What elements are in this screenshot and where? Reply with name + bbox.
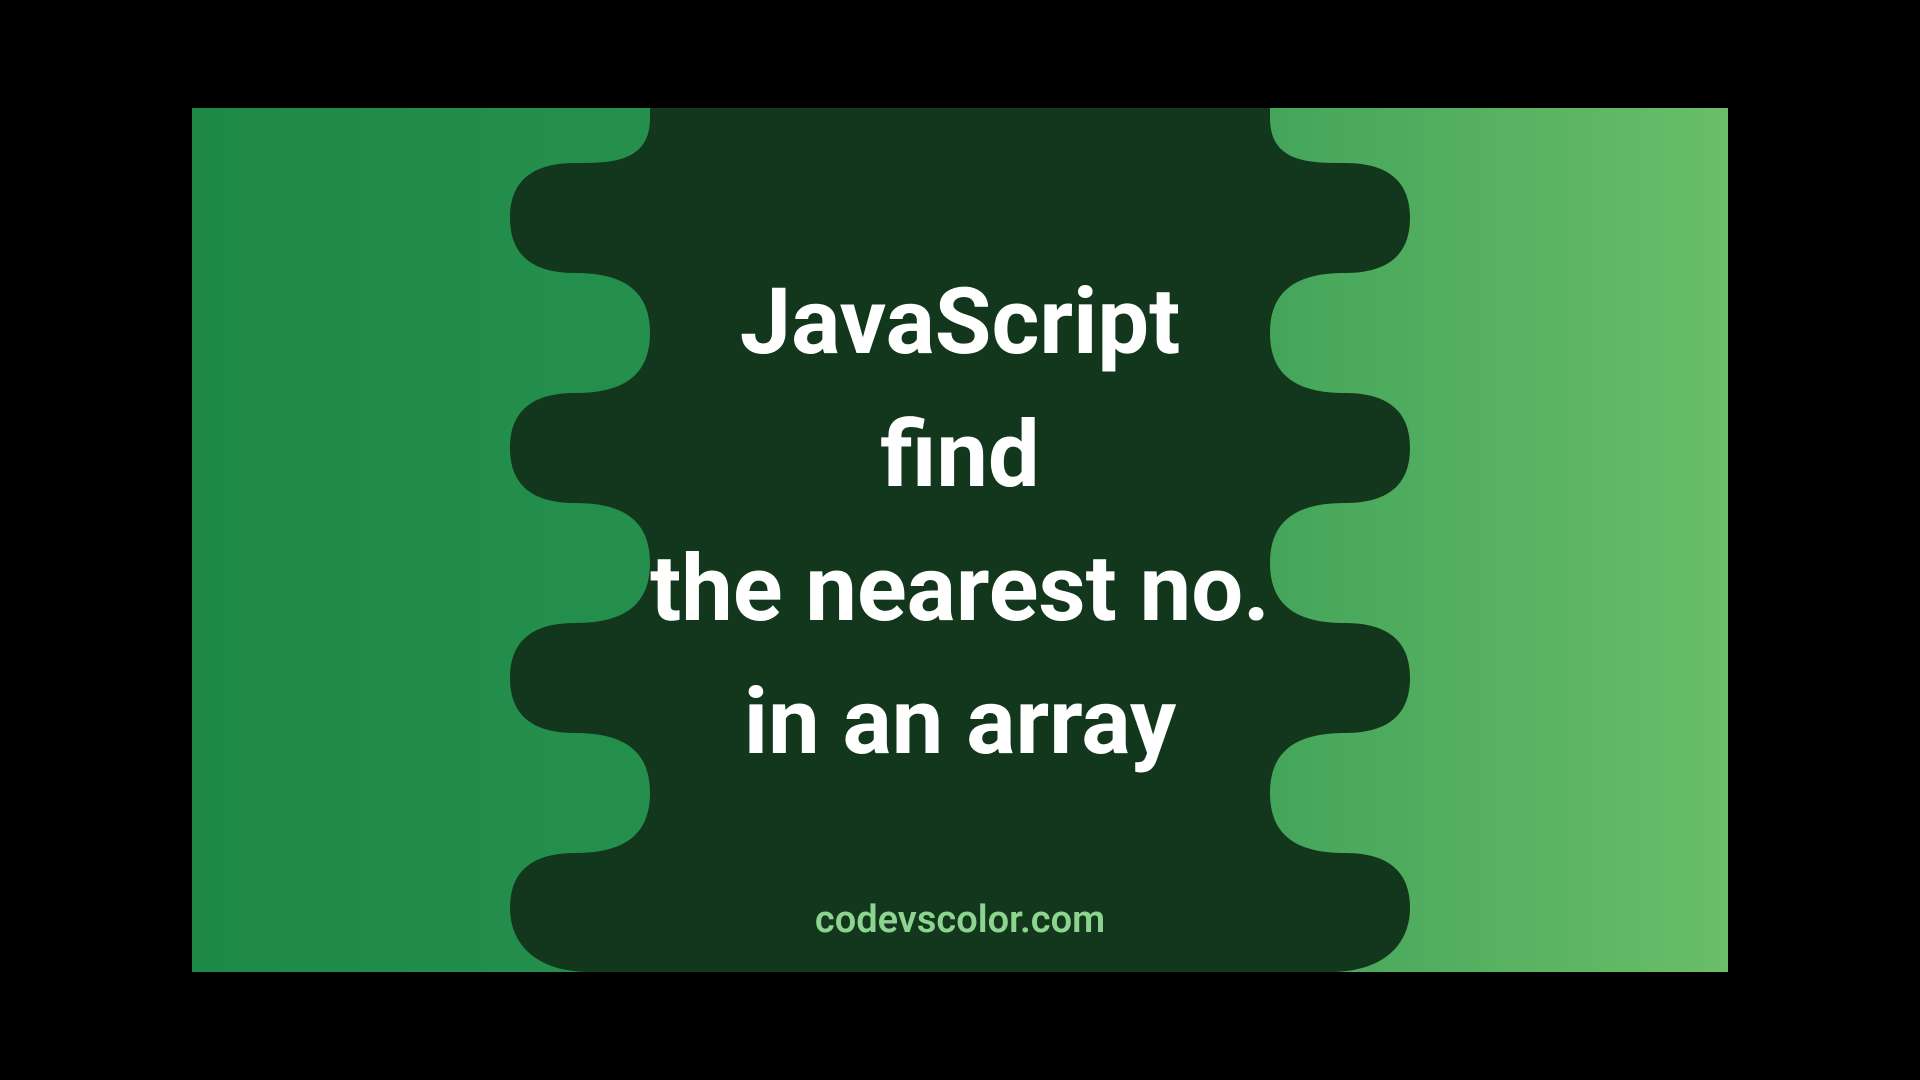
hero-title: JavaScript find the nearest no. in an ar… — [650, 256, 1270, 790]
hero-banner: JavaScript find the nearest no. in an ar… — [192, 108, 1728, 972]
footer-attribution: codevscolor.com — [192, 898, 1728, 942]
